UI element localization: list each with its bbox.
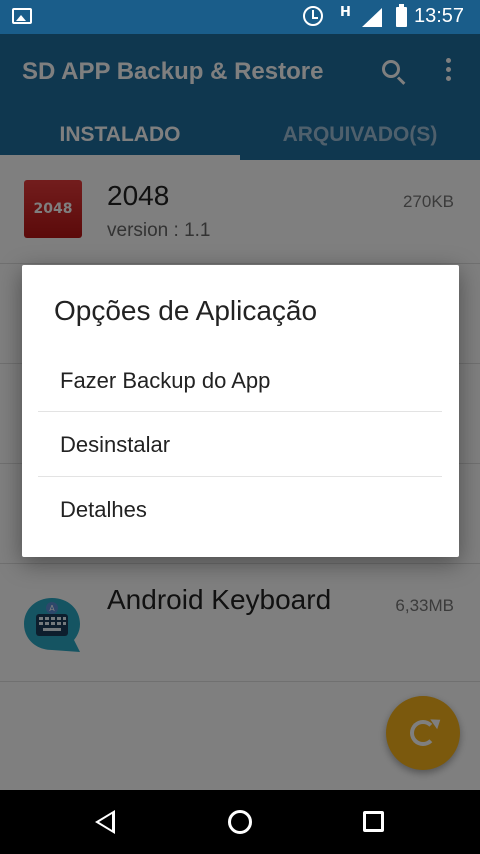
status-time: 13:57: [414, 5, 465, 27]
battery-icon: [396, 4, 407, 27]
divider: [38, 476, 442, 477]
status-bar: H 13:57: [0, 0, 480, 34]
home-icon[interactable]: [228, 810, 252, 834]
recents-icon[interactable]: [363, 811, 384, 832]
image-icon: [12, 8, 32, 24]
details-option[interactable]: Detalhes: [38, 478, 442, 542]
network-type: H: [340, 5, 351, 20]
option-label: Fazer Backup do App: [60, 368, 271, 393]
nav-bar: [0, 790, 480, 854]
dialog-title: Opções de Aplicação: [54, 295, 318, 326]
backup-app-option[interactable]: Fazer Backup do App: [38, 349, 442, 413]
divider: [38, 411, 442, 412]
option-label: Desinstalar: [60, 432, 171, 457]
back-icon[interactable]: [95, 810, 115, 834]
alarm-icon: [303, 6, 323, 26]
signal-icon: [362, 8, 382, 27]
uninstall-option[interactable]: Desinstalar: [38, 413, 442, 477]
app-options-dialog: Opções de Aplicação Fazer Backup do App …: [22, 265, 459, 557]
option-label: Detalhes: [60, 497, 147, 522]
